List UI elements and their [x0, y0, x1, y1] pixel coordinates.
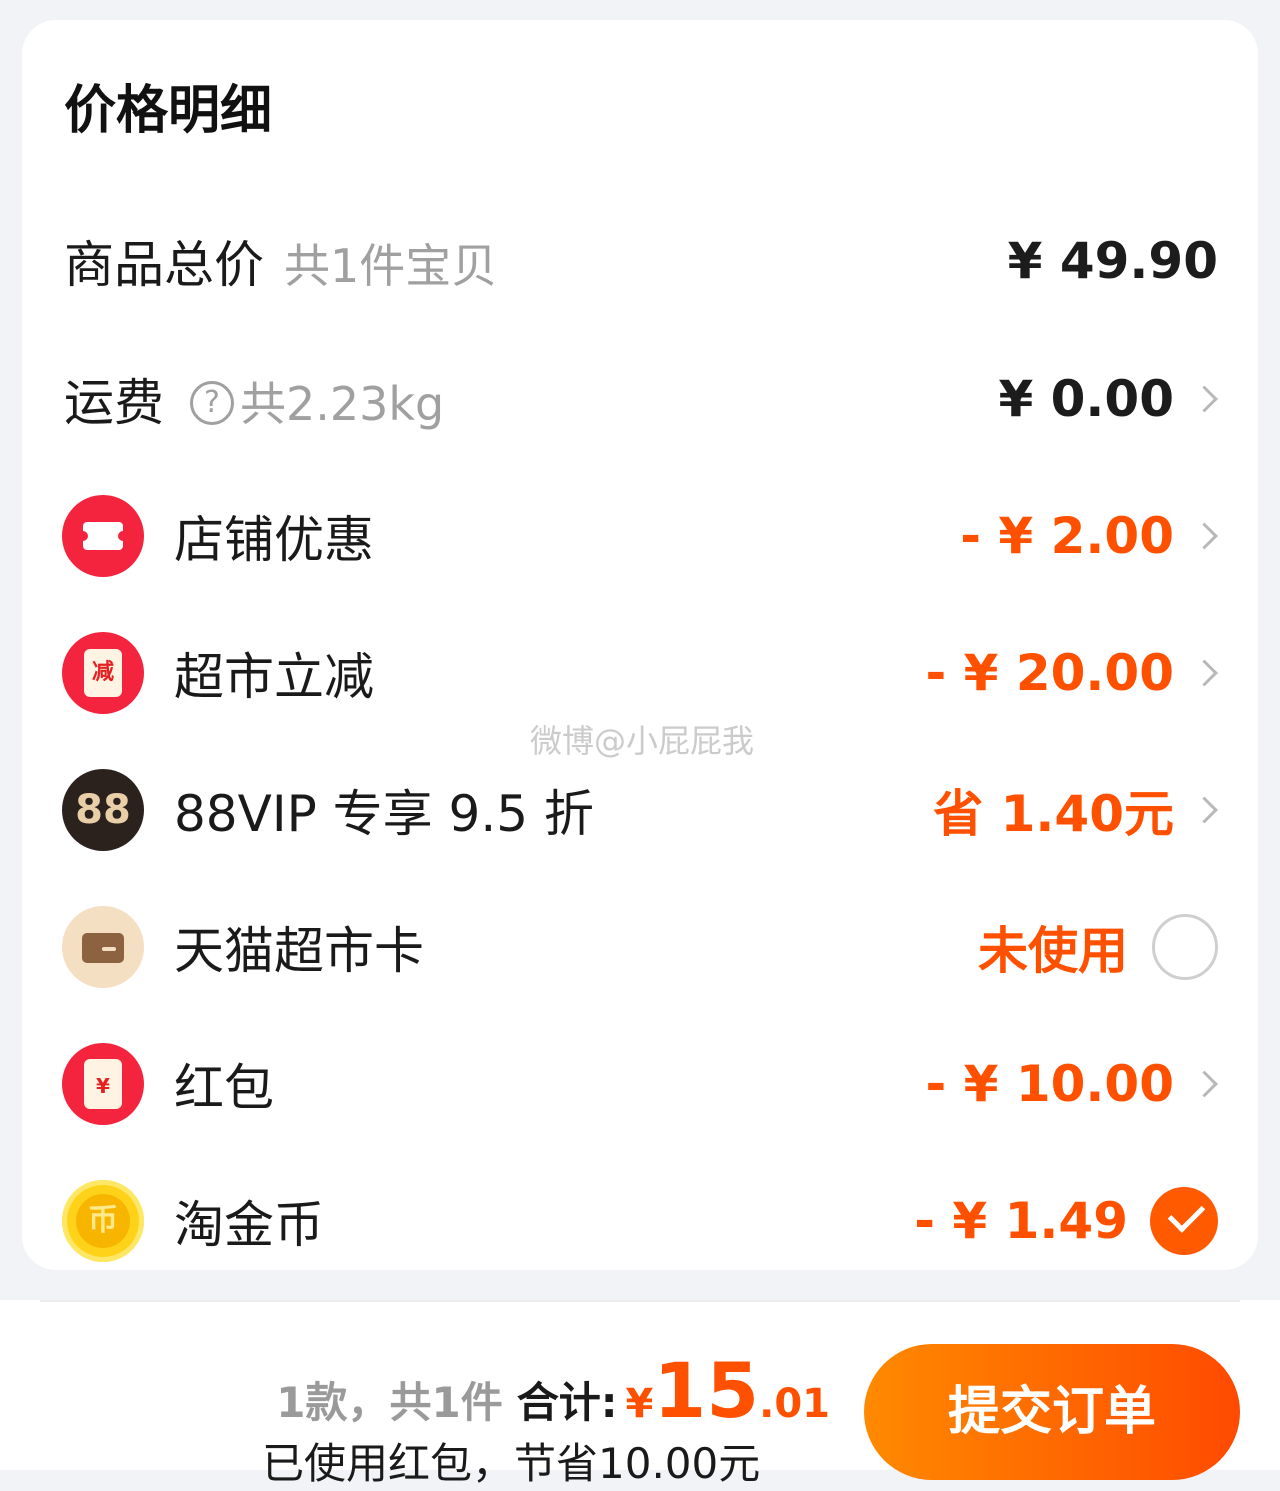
coin-icon: 币: [62, 1180, 144, 1262]
shipping-weight: 共2.23kg: [240, 377, 445, 431]
row-goods-total: 商品总价 共1件宝贝 ¥ 49.90: [22, 206, 1258, 316]
total-integer: 15: [653, 1346, 760, 1435]
chevron-right-icon: [1191, 385, 1218, 413]
chevron-right-icon: [1191, 1070, 1218, 1098]
row-tmall-card[interactable]: 天猫超市卡 未使用: [22, 892, 1258, 1002]
row-shop-discount[interactable]: 店铺优惠 - ¥ 2.00: [22, 481, 1258, 591]
watermark: 微博@小屁屁我: [530, 722, 755, 760]
red-packet-label: 红包: [174, 1059, 274, 1117]
taojinbi-label: 淘金币: [174, 1196, 324, 1254]
divider: [40, 1300, 1240, 1302]
price-detail-card: 价格明细 商品总价 共1件宝贝 ¥ 49.90 运费? 共2.23kg ¥ 0.00…: [22, 20, 1258, 1270]
row-taojinbi[interactable]: 币 淘金币 - ¥ 1.49: [22, 1166, 1258, 1276]
chevron-right-icon: [1191, 659, 1218, 687]
chevron-right-icon: [1191, 796, 1218, 824]
shipping-label: 运费: [64, 374, 164, 432]
reduce-badge-icon: 减: [62, 632, 144, 714]
vip-saving-value: 省 1.40元: [933, 785, 1174, 843]
tmall-card-label: 天猫超市卡: [174, 922, 424, 980]
card-title: 价格明细: [64, 81, 273, 141]
goods-count: 共1件宝贝: [284, 239, 498, 293]
row-red-packet[interactable]: ¥ 红包 - ¥ 10.00: [22, 1029, 1258, 1139]
supermarket-cut-label: 超市立减: [174, 648, 374, 706]
taojinbi-checkbox[interactable]: [1150, 1187, 1218, 1255]
question-icon[interactable]: ?: [190, 380, 234, 425]
submit-order-button[interactable]: 提交订单: [864, 1344, 1240, 1480]
total-label: 合计:: [516, 1378, 618, 1427]
red-packet-value: - ¥ 10.00: [925, 1055, 1174, 1113]
shipping-value: ¥ 0.00: [998, 370, 1174, 428]
row-supermarket-cut[interactable]: 减 超市立减 - ¥ 20.00: [22, 618, 1258, 728]
tmall-card-radio[interactable]: [1152, 914, 1218, 980]
vip88-icon: 88: [62, 769, 144, 851]
goods-total-value: ¥ 49.90: [1007, 232, 1218, 290]
row-shipping[interactable]: 运费? 共2.23kg ¥ 0.00: [22, 344, 1258, 454]
saving-note: 已使用红包，节省10.00元: [262, 1439, 761, 1488]
supermarket-cut-value: - ¥ 20.00: [925, 644, 1174, 702]
goods-total-label: 商品总价: [64, 236, 264, 294]
checkout-bar: 1款，共1件 合计: ¥15.01 已使用红包，节省10.00元 提交订单: [0, 1300, 1280, 1488]
card-icon: [62, 906, 144, 988]
taojinbi-value: - ¥ 1.49: [914, 1192, 1128, 1250]
row-vip-discount[interactable]: 88 88VIP 专享 9.5 折 省 1.40元: [22, 755, 1258, 865]
ticket-icon: [62, 495, 144, 577]
total-decimal: .01: [759, 1381, 830, 1427]
shop-discount-value: - ¥ 2.00: [960, 507, 1174, 565]
red-packet-icon: ¥: [62, 1043, 144, 1125]
item-count: 1款，共1件: [276, 1378, 503, 1427]
order-summary: 1款，共1件 合计: ¥15.01: [276, 1346, 830, 1435]
tmall-card-status: 未使用: [978, 922, 1128, 980]
total-currency: ¥: [625, 1381, 654, 1427]
vip-discount-label: 88VIP 专享 9.5 折: [174, 785, 594, 843]
chevron-right-icon: [1191, 522, 1218, 550]
shop-discount-label: 店铺优惠: [174, 511, 374, 569]
